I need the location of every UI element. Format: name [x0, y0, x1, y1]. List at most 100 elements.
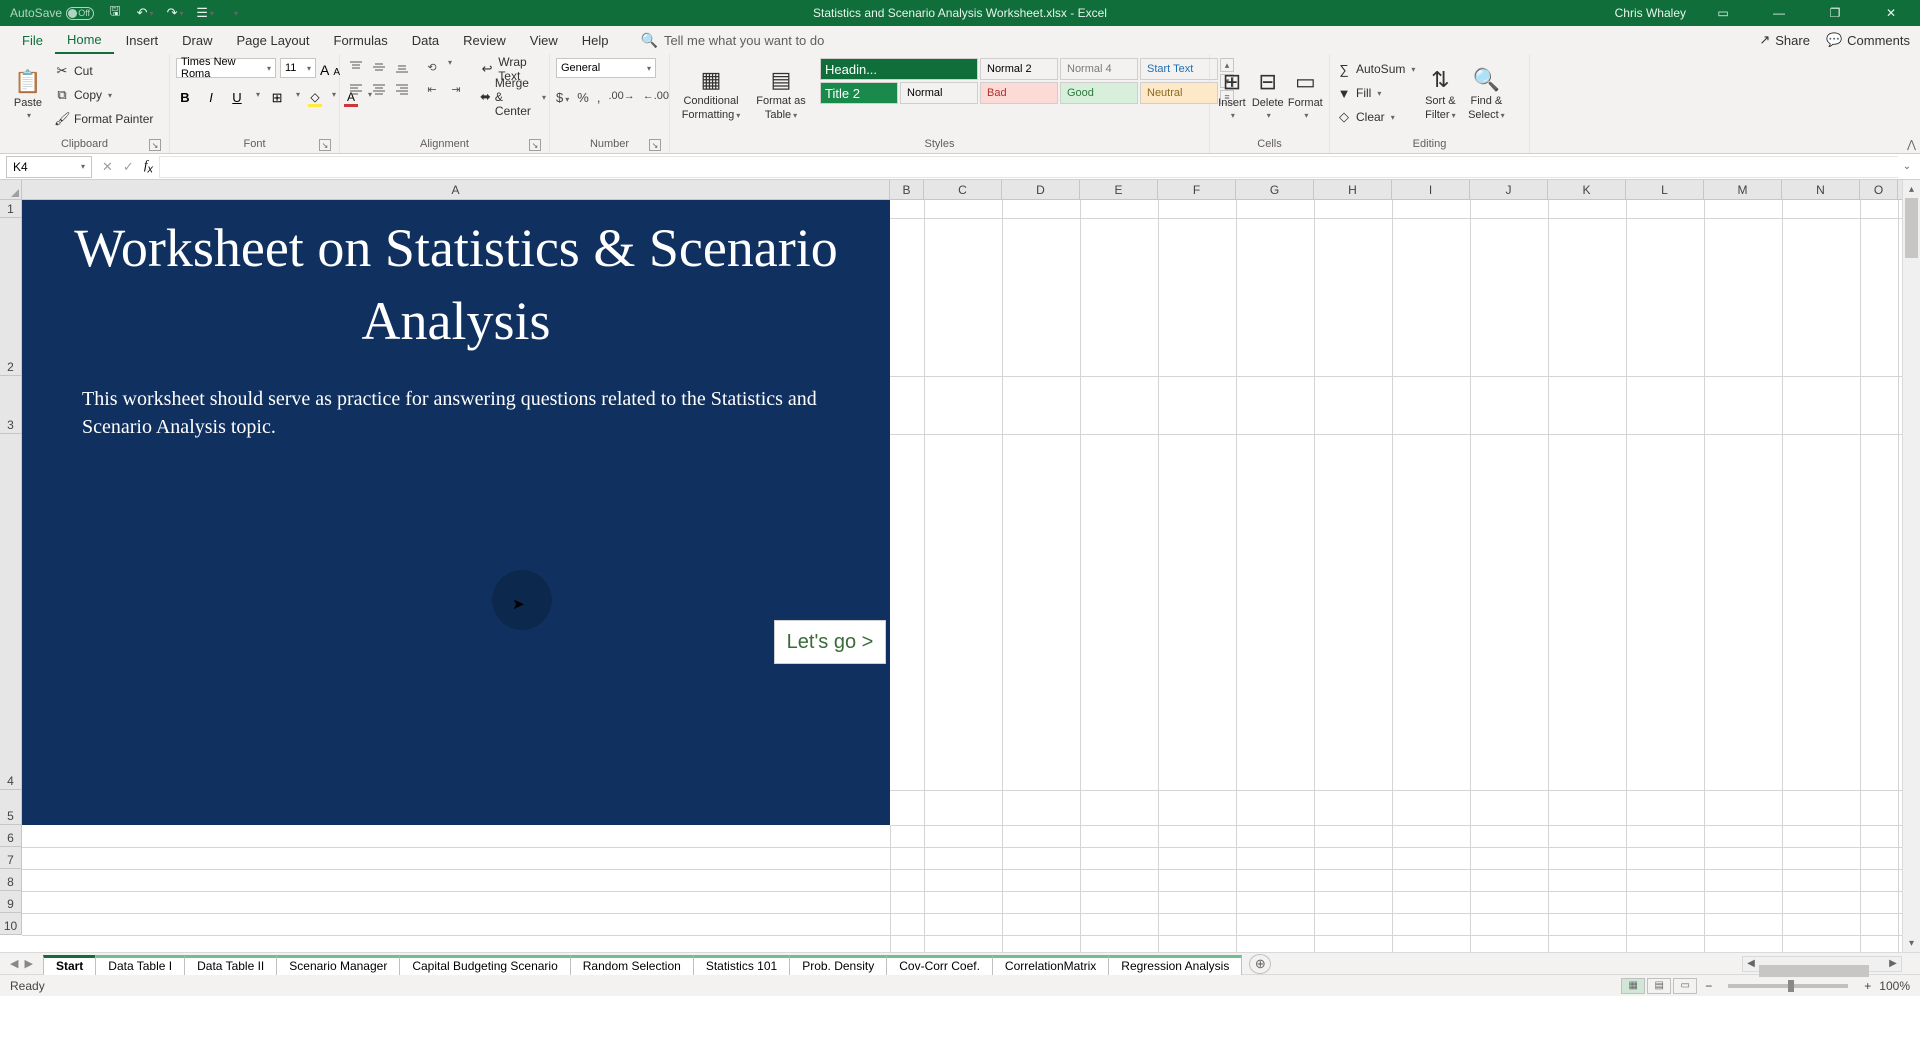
style-bad[interactable]: Bad: [980, 82, 1058, 104]
sheet-tab-scenario-manager[interactable]: Scenario Manager: [276, 955, 400, 975]
style-normal[interactable]: Normal: [900, 82, 978, 104]
sheet-tab-data-table-ii[interactable]: Data Table II: [184, 955, 277, 975]
sheet-tab-cov-corr-coef-[interactable]: Cov-Corr Coef.: [886, 955, 993, 975]
tell-me-search[interactable]: 🔍 Tell me what you want to do: [641, 32, 825, 49]
row-header-1[interactable]: 1: [0, 200, 21, 218]
column-header-N[interactable]: N: [1782, 180, 1860, 199]
column-header-C[interactable]: C: [924, 180, 1002, 199]
sheet-tab-data-table-i[interactable]: Data Table I: [95, 955, 185, 975]
row-header-5[interactable]: 5: [0, 790, 21, 825]
style-title2[interactable]: Title 2: [820, 82, 898, 104]
alignment-dialog-launcher[interactable]: ↘: [529, 139, 541, 151]
find-select-button[interactable]: 🔍Find &Select▾: [1465, 58, 1507, 130]
tab-help[interactable]: Help: [570, 26, 621, 54]
redo-icon[interactable]: ↷▾: [166, 4, 184, 22]
font-name-selector[interactable]: Times New Roma▾: [176, 58, 276, 78]
window-maximize-icon[interactable]: ❐: [1816, 0, 1854, 26]
style-normal4[interactable]: Normal 4: [1060, 58, 1138, 80]
spreadsheet-grid[interactable]: ABCDEFGHIJKLMNO 12345678910 Worksheet on…: [0, 180, 1920, 952]
hscroll-right-icon[interactable]: ▶: [1885, 958, 1901, 969]
sheet-tab-prob-density[interactable]: Prob. Density: [789, 955, 887, 975]
expand-formula-bar-icon[interactable]: ⌄: [1898, 161, 1916, 172]
tab-draw[interactable]: Draw: [170, 26, 224, 54]
fx-icon[interactable]: fx: [144, 157, 153, 176]
row-header-4[interactable]: 4: [0, 434, 21, 790]
align-right-icon[interactable]: [392, 80, 412, 98]
bold-button[interactable]: B: [176, 90, 194, 107]
column-header-B[interactable]: B: [890, 180, 924, 199]
delete-cells-button[interactable]: ⊟Delete▾: [1252, 58, 1284, 130]
align-center-icon[interactable]: [369, 80, 389, 98]
undo-icon[interactable]: ↶▾: [136, 4, 154, 22]
new-sheet-button[interactable]: ⊕: [1249, 954, 1271, 974]
zoom-slider[interactable]: [1728, 984, 1848, 988]
number-dialog-launcher[interactable]: ↘: [649, 139, 661, 151]
decrease-indent-icon[interactable]: ⇤: [422, 80, 442, 98]
row-header-6[interactable]: 6: [0, 825, 21, 847]
number-format-selector[interactable]: General▾: [556, 58, 656, 78]
scroll-up-icon[interactable]: ▴: [1903, 180, 1920, 198]
style-neutral[interactable]: Neutral: [1140, 82, 1218, 104]
tab-data[interactable]: Data: [400, 26, 451, 54]
copy-button[interactable]: ⧉Copy▾: [54, 84, 153, 106]
hscroll-left-icon[interactable]: ◀: [1743, 958, 1759, 969]
save-icon[interactable]: 🖫: [106, 4, 124, 22]
increase-decimal-icon[interactable]: .00→: [608, 90, 634, 105]
insert-cells-button[interactable]: ⊞Insert▾: [1216, 58, 1248, 130]
align-bottom-icon[interactable]: [392, 58, 412, 76]
vertical-scrollbar[interactable]: ▴ ▾: [1902, 180, 1920, 952]
tab-page-layout[interactable]: Page Layout: [225, 26, 322, 54]
italic-button[interactable]: I: [202, 90, 220, 107]
autosave-toggle[interactable]: AutoSave Off: [10, 6, 94, 20]
clear-button[interactable]: ◇Clear▾: [1336, 106, 1415, 128]
merge-center-button[interactable]: ⬌Merge & Center▾: [480, 86, 546, 108]
increase-indent-icon[interactable]: ⇥: [446, 80, 466, 98]
style-start-text[interactable]: Start Text: [1140, 58, 1218, 80]
enter-formula-icon[interactable]: ✓: [123, 159, 134, 175]
format-painter-button[interactable]: 🖌Format Painter: [54, 108, 153, 130]
touch-mode-icon[interactable]: ☰▾: [196, 4, 214, 22]
hscroll-thumb[interactable]: [1759, 965, 1869, 977]
format-cells-button[interactable]: ▭Format▾: [1288, 58, 1323, 130]
percent-format-icon[interactable]: %: [577, 90, 589, 105]
cut-button[interactable]: ✂Cut: [54, 60, 153, 82]
scroll-thumb[interactable]: [1905, 198, 1918, 258]
borders-button[interactable]: ⊞: [268, 90, 286, 107]
window-close-icon[interactable]: ✕: [1872, 0, 1910, 26]
ribbon-display-icon[interactable]: ▭: [1704, 0, 1742, 26]
row-header-7[interactable]: 7: [0, 847, 21, 869]
column-header-M[interactable]: M: [1704, 180, 1782, 199]
share-button[interactable]: ↗Share: [1759, 32, 1810, 48]
select-all-cell[interactable]: [0, 180, 22, 200]
column-header-K[interactable]: K: [1548, 180, 1626, 199]
collapse-ribbon-icon[interactable]: ⋀: [1907, 138, 1916, 151]
row-headers[interactable]: 12345678910: [0, 200, 22, 935]
tab-insert[interactable]: Insert: [114, 26, 171, 54]
style-heading[interactable]: Headin...: [820, 58, 978, 80]
view-normal-icon[interactable]: ▦: [1621, 978, 1645, 994]
user-name[interactable]: Chris Whaley: [1615, 6, 1686, 20]
decrease-decimal-icon[interactable]: ←.00: [643, 90, 669, 105]
style-good[interactable]: Good: [1060, 82, 1138, 104]
column-header-D[interactable]: D: [1002, 180, 1080, 199]
sheet-tab-start[interactable]: Start: [43, 955, 96, 975]
zoom-level[interactable]: 100%: [1879, 979, 1910, 993]
row-header-8[interactable]: 8: [0, 869, 21, 891]
column-header-A[interactable]: A: [22, 180, 890, 199]
sheet-nav-prev-icon[interactable]: ◀: [10, 957, 18, 970]
column-header-F[interactable]: F: [1158, 180, 1236, 199]
sheet-tab-regression-analysis[interactable]: Regression Analysis: [1108, 955, 1242, 975]
column-header-E[interactable]: E: [1080, 180, 1158, 199]
row-header-2[interactable]: 2: [0, 218, 21, 376]
scroll-down-icon[interactable]: ▾: [1903, 934, 1920, 952]
tab-file[interactable]: File: [10, 26, 55, 54]
accounting-format-icon[interactable]: $▾: [556, 90, 569, 105]
comma-format-icon[interactable]: ,: [597, 90, 601, 105]
view-page-layout-icon[interactable]: ▤: [1647, 978, 1671, 994]
tab-formulas[interactable]: Formulas: [322, 26, 400, 54]
tab-view[interactable]: View: [518, 26, 570, 54]
sheet-tab-statistics-101[interactable]: Statistics 101: [693, 955, 790, 975]
format-as-table-button[interactable]: ▤ Format as Table▾: [752, 58, 810, 130]
clipboard-dialog-launcher[interactable]: ↘: [149, 139, 161, 151]
zoom-in-icon[interactable]: +: [1864, 979, 1871, 993]
